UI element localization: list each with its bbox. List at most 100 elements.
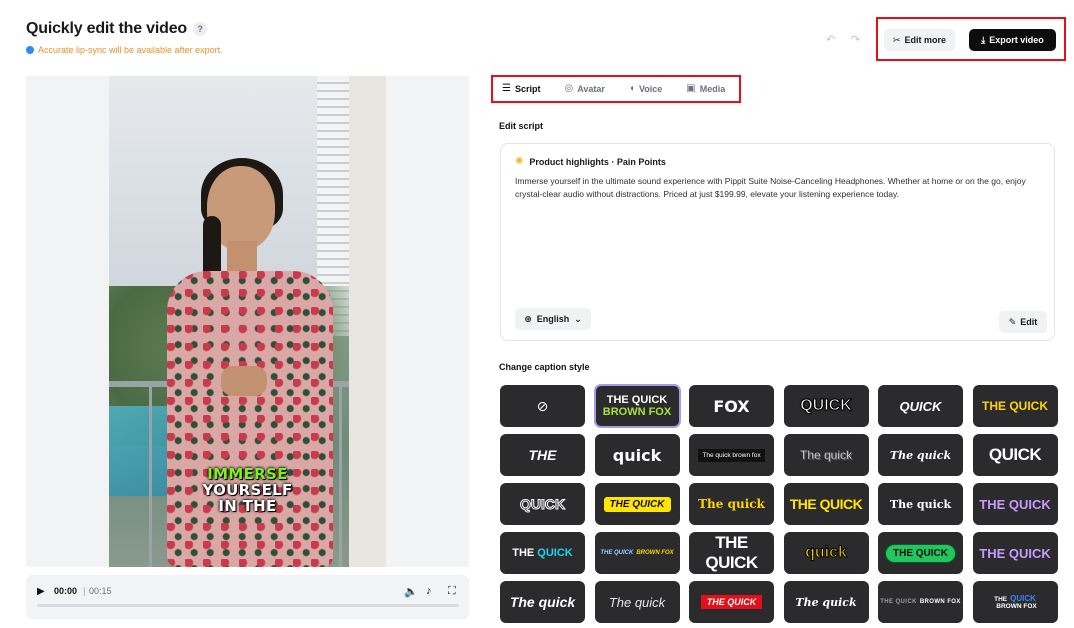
edit-script-heading: Edit script	[499, 121, 544, 131]
export-video-button[interactable]: ⤓ Export video	[969, 29, 1056, 51]
info-dot-icon	[26, 46, 34, 54]
caption-style-tile[interactable]: The quick	[878, 434, 963, 476]
script-heading: ✺ Product highlights · Pain Points	[515, 156, 666, 167]
caption-style-tile[interactable]: THE QUICK	[972, 385, 1058, 427]
tab-avatar[interactable]: ◎ Avatar	[564, 83, 604, 94]
caption-style-tile[interactable]: The quick	[500, 581, 585, 623]
time-separator: |	[83, 586, 86, 596]
page-title-text: Quickly edit the video	[26, 20, 187, 37]
tab-voice-label: Voice	[638, 83, 663, 94]
script-heading-text: Product highlights · Pain Points	[529, 156, 666, 167]
language-value: English	[536, 314, 570, 324]
caption-style-tile[interactable]: FOX	[689, 385, 774, 427]
caption-style-preview: THE QUICK BROWN FOX	[880, 599, 961, 605]
caption-style-tile[interactable]: THE QUICK BROWN FOX	[593, 384, 681, 428]
caption-preview-part: THE	[512, 547, 535, 559]
redo-icon[interactable]: ↷	[851, 33, 860, 46]
caption-style-tile[interactable]: THE QUICK	[689, 581, 774, 623]
caption-style-preview: The quick brown fox	[698, 448, 765, 462]
current-time: 00:00	[54, 586, 78, 596]
caption-style-preview: THE QUICK	[603, 496, 671, 512]
caption-style-preview: QUICK	[519, 496, 566, 513]
tab-script-label: Script	[514, 83, 541, 94]
caption-style-preview: The quick	[799, 448, 853, 462]
caption-style-preview: QUICK	[988, 445, 1042, 464]
caption-style-tile[interactable]: QUICK	[500, 483, 585, 525]
total-time: 00:15	[89, 586, 112, 596]
caption-style-tile[interactable]: QUICK	[783, 385, 869, 427]
caption-style-tile[interactable]: THE QUICK	[500, 532, 585, 574]
no-caption-icon: ⊘	[536, 397, 549, 414]
caption-style-tile[interactable]: THE QUICK	[972, 532, 1058, 574]
caption-style-tile[interactable]: QUICK	[878, 385, 963, 427]
caption-preview-part: THE QUICK	[600, 550, 634, 556]
caption-style-preview: THE QUICK BROWN FOX	[600, 550, 673, 556]
caption-style-preview: The quick	[795, 595, 857, 609]
tab-script[interactable]: ☰ Script	[502, 83, 540, 94]
pencil-icon: ✎	[1008, 316, 1017, 327]
page-title: Quickly edit the video ?	[26, 20, 207, 38]
lip-sync-notice: Accurate lip-sync will be available afte…	[26, 45, 223, 55]
script-card: ✺ Product highlights · Pain Points Immer…	[500, 143, 1055, 341]
caption-style-tile[interactable]: The quick	[689, 483, 774, 525]
undo-icon[interactable]: ↶	[826, 33, 835, 46]
caption-line-3: IN THE	[218, 497, 277, 515]
caption-style-preview: THE	[528, 447, 557, 463]
volume-icon[interactable]: 🔈	[404, 585, 418, 598]
caption-style-tile[interactable]: The quick	[783, 581, 869, 623]
chevron-down-icon: ⌄	[574, 313, 582, 324]
caption-style-tile[interactable]: THE QUICK	[783, 483, 869, 525]
caption-style-preview: QUICK	[800, 397, 853, 415]
caption-style-preview: FOX	[713, 396, 750, 416]
caption-style-preview: The quick	[889, 497, 952, 511]
avatar-neck	[227, 241, 257, 271]
caption-style-tile[interactable]: THE QUICK	[878, 532, 963, 574]
fullscreen-icon[interactable]: ⛶	[448, 585, 456, 598]
caption-style-tile[interactable]: QUICK	[972, 434, 1058, 476]
caption-style-tile[interactable]: THE QUICK	[594, 483, 680, 525]
caption-style-tile[interactable]: quick	[783, 532, 869, 574]
tiktok-icon[interactable]: ♪	[426, 585, 432, 597]
avatar-icon: ◎	[564, 83, 574, 94]
video-caption-overlay: IMMERSE YOURSELF IN THE	[109, 466, 386, 514]
tab-media[interactable]: ▣ Media	[686, 83, 725, 94]
caption-style-preview: The quick	[889, 448, 952, 462]
play-icon[interactable]: ▶	[37, 586, 45, 597]
video-frame[interactable]: IMMERSE YOURSELF IN THE	[109, 76, 386, 567]
caption-style-tile[interactable]: THE	[500, 434, 585, 476]
caption-style-tile[interactable]: THE QUICKBROWN FOX	[972, 581, 1058, 623]
caption-style-tile[interactable]: The quick	[783, 434, 869, 476]
sun-icon: ✺	[515, 156, 524, 167]
caption-preview-part: BROWN FOX	[996, 603, 1037, 610]
script-text[interactable]: Immerse yourself in the ultimate sound e…	[515, 175, 1045, 201]
caption-style-tile[interactable]: THE QUICK BROWN FOX	[878, 581, 963, 623]
caption-style-tile[interactable]: THE QUICK BROWN FOX	[594, 532, 680, 574]
caption-style-tile[interactable]: The quick	[594, 581, 680, 623]
caption-style-preview: THE QUICK	[705, 533, 758, 572]
voice-icon: ◖	[628, 83, 635, 94]
caption-preview-part: THE QUICK	[880, 599, 917, 605]
caption-preview-part: BROWN FOX	[602, 406, 672, 418]
progress-bar[interactable]	[37, 604, 459, 607]
lip-sync-notice-text: Accurate lip-sync will be available afte…	[38, 45, 223, 55]
caption-preview-part: THE	[994, 596, 1008, 603]
caption-style-tile[interactable]: quick	[594, 434, 680, 476]
tab-voice[interactable]: ◖ Voice	[629, 83, 662, 94]
caption-style-tile[interactable]: ⊘	[500, 385, 585, 427]
caption-style-tile[interactable]: The quick brown fox	[689, 434, 774, 476]
avatar-dress	[167, 271, 333, 567]
caption-style-preview: quick	[805, 544, 848, 562]
caption-style-tile[interactable]: THE QUICK	[689, 532, 774, 574]
info-icon[interactable]: ?	[192, 22, 207, 36]
language-select[interactable]: ⊕ English ⌄	[515, 308, 591, 330]
download-icon: ⤓	[981, 34, 986, 45]
edit-script-button[interactable]: ✎ Edit	[999, 311, 1047, 333]
caption-style-tile[interactable]: THE QUICK	[972, 483, 1058, 525]
caption-style-preview: The quick	[698, 497, 765, 511]
caption-style-preview: quick	[612, 445, 662, 465]
caption-style-preview: THE QUICK BROWN FOX	[603, 394, 671, 418]
export-video-label: Export video	[989, 35, 1044, 45]
caption-line-1: IMMERSE	[207, 465, 288, 483]
caption-style-tile[interactable]: The quick	[878, 483, 963, 525]
edit-more-button[interactable]: ✂ Edit more	[884, 29, 955, 51]
